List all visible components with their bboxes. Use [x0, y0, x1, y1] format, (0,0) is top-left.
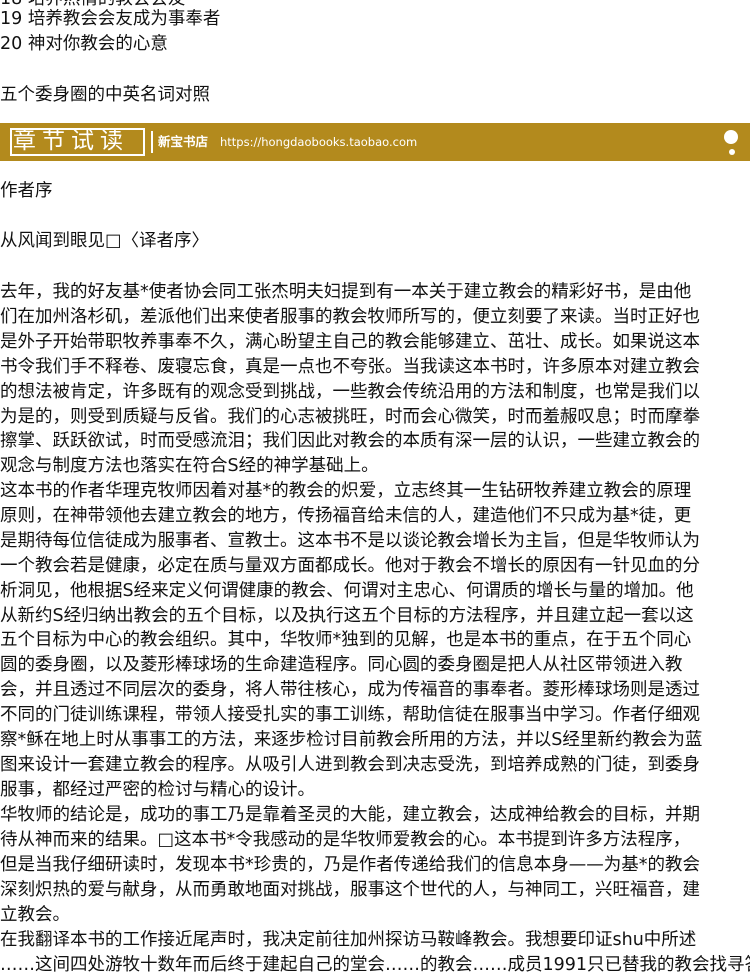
shop-name: 新宝书店 [158, 134, 209, 149]
shop-url: https://hongdaobooks.taobao.com [220, 135, 418, 149]
paragraph-line: 原则，在神带领他去建立教会的地方，传扬福音给未信的人，建造他们不只成为基*徒，更 [0, 505, 692, 526]
paragraph-line: 为是的，则受到质疑与反省。我们的心志被挑旺，时而会心微笑，时而羞赧叹息；时而摩拳 [0, 406, 700, 427]
paragraph-line: 是外子开始带职牧养事奉不久，满心盼望主自己的教会能够建立、茁壮、成长。如果说这本 [0, 331, 700, 352]
paragraph-line: 擦掌、跃跃欲试，时而受感流泪；我们因此对教会的本质有深一层的认识，一些建立教会的 [0, 431, 700, 452]
toc-item-20: 20 神对你教会的心意 [0, 34, 168, 54]
paragraph-line: 五个目标为中心的教会组织。其中，华牧师*独到的见解，也是本书的重点，在于五个同心 [0, 630, 692, 651]
decorative-dot-small-icon [729, 149, 735, 155]
paragraph-line: 深刻炽热的爱与献身，从而勇敢地面对挑战，服事这个世代的人，与神同工，兴旺福音，建 [0, 879, 700, 900]
paragraph-line: 待从神而来的结果。□这本书*令我感动的是华牧师爱教会的心。本书提到许多方法程序， [0, 829, 691, 850]
paragraph-line: 图来设计一套建立教会的程序。从吸引人进到教会到决志受洗，到培养成熟的门徒，到委身 [0, 754, 700, 775]
chapter-preview-banner: 章节试读 新宝书店 https://hongdaobooks.taobao.co… [0, 123, 750, 161]
toc-appendix: 五个委身圈的中英名词对照 [0, 85, 210, 105]
paragraph-1: 去年，我的好友基*使者协会同工张杰明夫妇提到有一本关于建立教会的精彩好书，是由他… [0, 280, 750, 479]
paragraph-line: 在我翻译本书的工作接近尾声时，我决定前往加州探访马鞍峰教会。我想要印证shu中所… [0, 930, 697, 950]
paragraph-4: 在我翻译本书的工作接近尾声时，我决定前往加州探访马鞍峰教会。我想要印证shu中所… [0, 928, 750, 978]
paragraph-2: 这本书的作者华理克牧师因着对基*的教会的炽爱，立志终其一生钻研牧养建立教会的原理… [0, 479, 750, 803]
paragraph-3: 华牧师的结论是，成功的事工乃是靠着圣灵的大能，建立教会，达成神给教会的目标，并期… [0, 803, 750, 928]
paragraph-line: 立教会。 [0, 904, 70, 925]
toc-item-19: 19 培养教会会友成为事奉者 [0, 9, 221, 29]
paragraph-line: 这本书的作者华理克牧师因着对基*的教会的炽爱，立志终其一生钻研牧养建立教会的原理 [0, 481, 692, 501]
paragraph-line: 书令我们手不释卷、废寝忘食，真是一点也不夸张。当我读这本书时，许多原本对建立教会 [0, 356, 700, 377]
paragraph-line: 们在加州洛杉矶，差派他们出来使者服事的教会牧师所写的，便立刻要了来读。当时正好也 [0, 306, 700, 327]
banner-title: 章节试读 [13, 128, 129, 154]
paragraph-line: 从新约S经归纳出教会的五个目标，以及执行这五个目标的方法程序，并且建立起一套以这 [0, 605, 694, 626]
paragraph-line: 不同的门徒训练课程，带领人接受扎实的事工训练，帮助信徒在服事当中学习。作者仔细观 [0, 705, 700, 726]
paragraph-line: 一个教会若是健康，必定在质与量双方面都成长。他对于教会不增长的原因有一针见血的分 [0, 555, 700, 576]
paragraph-line: 的想法被肯定，许多既有的观念受到挑战，一些教会传统沿用的方法和制度，也常是我们以 [0, 381, 700, 402]
translator-preface-heading: 从风闻到眼见□〈译者序〉 [0, 231, 210, 251]
banner-divider [151, 131, 153, 153]
paragraph-line: 会，并且透过不同层次的委身，将人带往核心，成为传福音的事奉者。菱形棒球场则是透过 [0, 680, 700, 701]
author-preface-heading: 作者序 [0, 181, 53, 201]
paragraph-line: 服事，都经过严密的检讨与精心的设计。 [0, 779, 315, 800]
paragraph-line: 析洞见，他根据S经来定义何谓健康的教会、何谓对主忠心、何谓质的增长与量的增加。他 [0, 580, 694, 601]
paragraph-line: 观念与制度方法也落实在符合S经的神学基础上。 [0, 456, 379, 477]
paragraph-line: 察*稣在地上时从事事工的方法，来逐步检讨目前教会所用的方法，并以S经里新约教会为… [0, 730, 703, 751]
paragraph-line: ……这间四处游牧十数年而后终于建起自己的堂会……的教会……成员1991只已替我的… [0, 954, 750, 975]
paragraph-line: 华牧师的结论是，成功的事工乃是靠着圣灵的大能，建立教会，达成神给教会的目标，并期 [0, 805, 700, 825]
paragraph-line: 去年，我的好友基*使者协会同工张杰明夫妇提到有一本关于建立教会的精彩好书，是由他 [0, 282, 692, 302]
decorative-dot-icon [724, 130, 738, 144]
paragraph-line: 但是当我仔细研读时，发现本书*珍贵的，乃是作者传递给我们的信息本身——为基*的教… [0, 854, 700, 875]
paragraph-line: 圆的委身圈，以及菱形棒球场的生命建造程序。同心圆的委身圈是把人从社区带领进入教 [0, 655, 683, 676]
paragraph-line: 是期待每位信徒成为服事者、宣教士。这本书不是以谈论教会增长为主旨，但是华牧师认为 [0, 530, 700, 551]
